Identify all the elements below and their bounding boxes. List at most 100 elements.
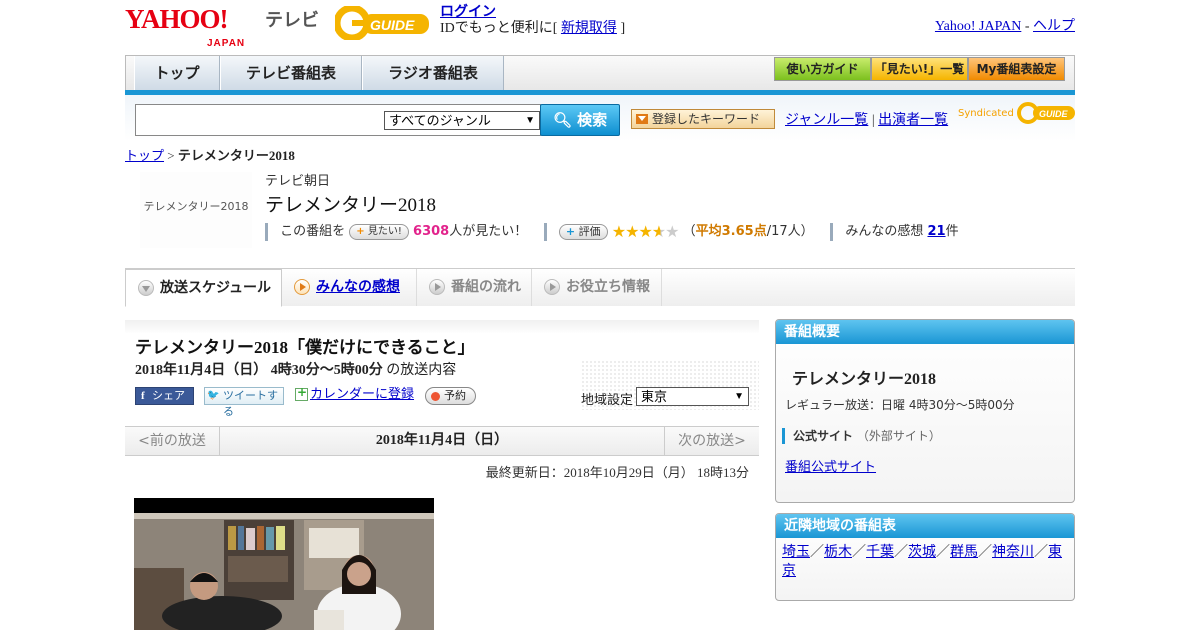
login-link[interactable]: ログイン — [440, 5, 496, 20]
dropdown-arrow-icon: ▼ — [734, 391, 744, 402]
region-select[interactable]: 東京 ▼ — [636, 387, 749, 406]
yahoo-japan-text: JAPAN — [207, 38, 246, 49]
episode-header: テレメンタリー2018「僕だけにできること」 2018年11月4日（日） 4時3… — [125, 320, 759, 424]
program-title: テレメンタリー2018 — [265, 195, 437, 216]
search-button[interactable]: 🔍︎ 検索 — [540, 104, 620, 136]
calendar-label: カレンダーに登録 — [310, 387, 415, 402]
gguide-logo[interactable]: GUIDE — [335, 6, 430, 40]
region-label: 地域設定 — [581, 393, 634, 408]
reserve-button[interactable]: 予約 — [425, 387, 476, 405]
official-site-link[interactable]: 番組公式サイト — [785, 456, 876, 475]
chevron-right-icon — [544, 279, 560, 295]
rating-stars: ★★★★★ — [611, 222, 680, 241]
region-separator: ／ — [810, 544, 824, 560]
impressions-count-link[interactable]: 21 — [927, 224, 945, 239]
watch-count: 6308 — [413, 224, 450, 239]
breadcrumb: トップ > テレメンタリー2018 — [125, 145, 295, 164]
genre-list-link[interactable]: ジャンル一覧 — [785, 113, 868, 128]
nav-tab-top[interactable]: トップ — [134, 56, 220, 92]
breadcrumb-separator: > — [167, 148, 175, 163]
calendar-icon — [295, 384, 308, 401]
stat-divider — [265, 222, 268, 241]
star-icon: ★ — [611, 222, 626, 241]
region-selected-value: 東京 — [641, 389, 668, 404]
stat-divider — [830, 222, 834, 241]
next-episode-button[interactable]: 次の放送> — [664, 427, 759, 455]
tab-schedule[interactable]: 放送スケジュール — [125, 269, 282, 307]
region-link[interactable]: 神奈川 — [992, 544, 1034, 560]
magnifier-icon: 🔍︎ — [552, 111, 572, 129]
avg-open: （ — [682, 224, 696, 239]
header-sep: - — [1024, 19, 1030, 34]
syndicated-gguide-badge: Syndicated GUIDE — [958, 102, 1075, 124]
episode-nav: <前の放送 2018年11月4日（日） 次の放送> — [125, 426, 759, 456]
syndicated-label: Syndicated — [958, 108, 1014, 119]
tab-flow-label: 番組の流れ — [451, 279, 521, 295]
watchlist-button[interactable]: 「見たい!」一覧 — [871, 57, 968, 81]
rate-button-label: 評価 — [578, 224, 601, 238]
tab-impressions-label: みんなの感想 — [316, 279, 400, 295]
keyword-button[interactable]: 登録したキーワード — [631, 109, 775, 129]
region-link[interactable]: 埼玉 — [782, 544, 810, 560]
episode-title: テレメンタリー2018「僕だけにできること」 — [135, 338, 475, 357]
impressions-suffix: 件 — [945, 224, 959, 239]
nav-tab-radio-listings[interactable]: ラジオ番組表 — [362, 56, 504, 92]
guide-button[interactable]: 使い方ガイド — [774, 57, 871, 81]
avg-score: 平均3.65点 — [695, 224, 767, 239]
watch-suffix: 人が見たい！ — [449, 224, 528, 239]
svg-text:GUIDE: GUIDE — [1039, 109, 1069, 119]
yahoo-logo[interactable]: YAHOO! JAPAN — [125, 6, 244, 50]
episode-datetime: 2018年11月4日（日） 4時30分～5時00分 の放送内容 — [135, 359, 456, 379]
global-nav: トップ テレビ番組表 ラジオ番組表 使い方ガイド 「見たい!」一覧 My番組表設… — [125, 55, 1075, 93]
tab-info: お役立ち情報 — [532, 269, 662, 306]
avg-count: /17人） — [766, 224, 814, 239]
yahoo-japan-link[interactable]: Yahoo! JAPAN — [935, 19, 1021, 34]
tweet-button[interactable]: ツイートする — [204, 387, 284, 418]
want-to-watch-label: 見たい! — [367, 225, 402, 237]
register-close: ] — [620, 21, 626, 36]
facebook-share-button[interactable]: シェア — [135, 387, 194, 405]
cast-list-link[interactable]: 出演者一覧 — [878, 113, 948, 128]
overview-title: テレメンタリー2018 — [792, 371, 937, 388]
breadcrumb-current: テレメンタリー2018 — [177, 148, 295, 163]
rate-button[interactable]: + 評価 — [558, 223, 608, 240]
my-listings-button[interactable]: My番組表設定 — [968, 57, 1065, 81]
official-note: （外部サイト） — [856, 429, 941, 443]
episode-time: 4時30分～5時00分 — [270, 363, 383, 378]
overview-regular: レギュラー放送：日曜 4時30分～5時00分 — [785, 398, 1015, 412]
breadcrumb-top-link[interactable]: トップ — [125, 148, 164, 163]
program-thumbnail: テレメンタリー2018 — [140, 172, 252, 248]
star-icon: ★ — [625, 222, 639, 241]
dropdown-arrow-icon: ▼ — [525, 115, 535, 126]
region-link[interactable]: 栃木 — [824, 544, 852, 560]
prev-episode-button[interactable]: <前の放送 — [125, 427, 220, 455]
region-link[interactable]: 群馬 — [950, 544, 978, 560]
official-label-text: 公式サイト — [793, 429, 854, 443]
site-header: YAHOO! JAPAN テレビ GUIDE ログイン IDでもっと便利に[ 新… — [125, 0, 1075, 50]
calendar-link[interactable]: カレンダーに登録 — [295, 384, 415, 405]
want-to-watch-button[interactable]: + 見たい! — [349, 223, 409, 240]
terebi-label[interactable]: テレビ — [265, 6, 319, 32]
search-links: ジャンル一覧 | 出演者一覧 — [785, 109, 948, 129]
svg-text:GUIDE: GUIDE — [370, 17, 415, 33]
program-stats: この番組を + 見たい! 6308人が見たい！ + 評価 ★★★★★ （平均3.… — [265, 220, 959, 241]
episode-nav-date: 2018年11月4日（日） — [375, 433, 509, 448]
stat-divider — [543, 222, 547, 241]
link-separator: | — [871, 113, 875, 128]
gguide-small-logo: GUIDE — [1017, 102, 1075, 124]
nav-tab-tv-listings[interactable]: テレビ番組表 — [220, 56, 362, 92]
region-link[interactable]: 千葉 — [866, 544, 894, 560]
star-icon: ★ — [638, 222, 652, 241]
chevron-right-icon — [294, 279, 310, 295]
overview-heading: 番組概要 — [776, 320, 1074, 344]
impressions-label: みんなの感想 — [845, 224, 924, 239]
episode-section: テレメンタリー2018「僕だけにできること」 2018年11月4日（日） 4時3… — [125, 320, 759, 480]
channel-name: テレビ朝日 — [265, 174, 331, 189]
episode-photo — [134, 498, 434, 630]
search-button-label: 検索 — [577, 111, 608, 129]
tab-impressions[interactable]: みんなの感想 — [282, 269, 417, 306]
genre-select[interactable]: すべてのジャンル ▼ — [384, 111, 540, 130]
help-link[interactable]: ヘルプ — [1033, 19, 1075, 34]
register-link[interactable]: 新規取得 — [561, 21, 617, 36]
region-link[interactable]: 茨城 — [908, 544, 936, 560]
